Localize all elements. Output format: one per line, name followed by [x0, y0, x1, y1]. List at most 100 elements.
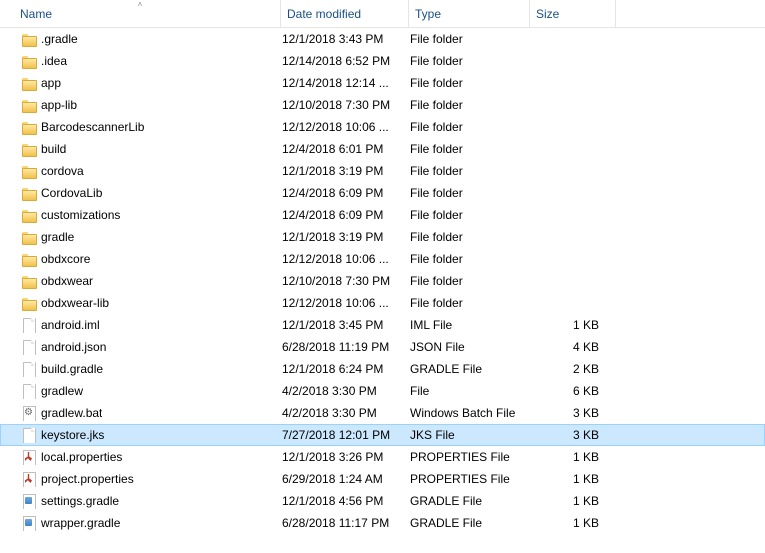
file-row[interactable]: keystore.jks7/27/2018 12:01 PMJKS File3 …	[0, 424, 765, 446]
cell-type: File folder	[410, 230, 531, 244]
cell-type: File	[410, 384, 531, 398]
cell-date: 12/1/2018 3:43 PM	[282, 32, 410, 46]
folder-icon	[21, 119, 37, 135]
column-header-date[interactable]: Date modified	[281, 0, 409, 27]
folder-row[interactable]: BarcodescannerLib12/12/2018 10:06 ...Fil…	[0, 116, 765, 138]
prop-icon	[21, 471, 37, 487]
cell-name: settings.gradle	[3, 493, 282, 509]
cell-name: .idea	[3, 53, 282, 69]
conf-icon	[21, 493, 37, 509]
folder-row[interactable]: customizations 12/4/2018 6:09 PMFile fold…	[0, 204, 765, 226]
cell-size: 1 KB	[531, 494, 617, 508]
folder-row[interactable]: .idea12/14/2018 6:52 PMFile folder	[0, 50, 765, 72]
cell-name: app	[3, 75, 282, 91]
folder-row[interactable]: .gradle 12/1/2018 3:43 PMFile folder	[0, 28, 765, 50]
folder-row[interactable]: cordova12/1/2018 3:19 PMFile folder	[0, 160, 765, 182]
cell-date: 4/2/2018 3:30 PM	[282, 384, 410, 398]
file-row[interactable]: wrapper.gradle6/28/2018 11:17 PMGRADLE F…	[0, 512, 765, 534]
cell-name: android.iml	[3, 317, 282, 333]
column-header-name[interactable]: Name ˄	[0, 0, 281, 27]
file-row[interactable]: build.gradle12/1/2018 6:24 PMGRADLE File…	[0, 358, 765, 380]
cell-name: obdxcore	[3, 251, 282, 267]
cell-date: 12/10/2018 7:30 PM	[282, 274, 410, 288]
cell-date: 12/1/2018 3:45 PM	[282, 318, 410, 332]
cell-type: JSON File	[410, 340, 531, 354]
file-row[interactable]: android.json6/28/2018 11:19 PMJSON File4…	[0, 336, 765, 358]
cell-name: gradle	[3, 229, 282, 245]
cell-date: 12/14/2018 12:14 ...	[282, 76, 410, 90]
folder-row[interactable]: CordovaLib12/4/2018 6:09 PMFile folder	[0, 182, 765, 204]
folder-row[interactable]: obdxcore 12/12/2018 10:06 ...File folder	[0, 248, 765, 270]
cell-type: File folder	[410, 208, 531, 222]
folder-icon	[21, 163, 37, 179]
cell-date: 12/1/2018 6:24 PM	[282, 362, 410, 376]
cell-size: 3 KB	[531, 428, 617, 442]
folder-row[interactable]: gradle 12/1/2018 3:19 PMFile folder	[0, 226, 765, 248]
file-name-label: settings.gradle	[41, 494, 119, 508]
cell-name: obdxwear	[3, 273, 282, 289]
conf-icon	[21, 515, 37, 531]
column-header-row: Name ˄ Date modified Type Size	[0, 0, 765, 28]
column-header-size-label: Size	[536, 7, 559, 21]
file-name-label: customizations	[41, 208, 120, 222]
folder-row[interactable]: app12/14/2018 12:14 ...File folder	[0, 72, 765, 94]
cell-type: File folder	[410, 252, 531, 266]
column-header-size[interactable]: Size	[530, 0, 616, 27]
file-icon	[21, 383, 37, 399]
file-name-label: obdxcore	[41, 252, 90, 266]
folder-icon	[21, 31, 37, 47]
cell-date: 12/4/2018 6:09 PM	[282, 208, 410, 222]
cell-date: 12/4/2018 6:01 PM	[282, 142, 410, 156]
cell-name: local.properties	[3, 449, 282, 465]
cell-name: app-lib	[3, 97, 282, 113]
column-header-type-label: Type	[415, 7, 441, 21]
cell-name: .gradle	[3, 31, 282, 47]
column-header-type[interactable]: Type	[409, 0, 530, 27]
file-row[interactable]: local.properties12/1/2018 3:26 PMPROPERT…	[0, 446, 765, 468]
cell-date: 12/4/2018 6:09 PM	[282, 186, 410, 200]
cell-name: project.properties	[3, 471, 282, 487]
file-name-label: obdxwear	[41, 274, 93, 288]
cell-type: File folder	[410, 142, 531, 156]
file-name-label: gradlew.bat	[41, 406, 102, 420]
folder-icon	[21, 229, 37, 245]
cell-size: 1 KB	[531, 318, 617, 332]
folder-row[interactable]: obdxwear-lib12/12/2018 10:06 ...File fol…	[0, 292, 765, 314]
folder-icon	[21, 185, 37, 201]
cell-type: Windows Batch File	[410, 406, 531, 420]
file-list: .gradle12/1/2018 3:43 PMFile folder.idea…	[0, 28, 765, 534]
folder-row[interactable]: app-lib12/10/2018 7:30 PMFile folder	[0, 94, 765, 116]
sort-indicator-icon: ˄	[138, 0, 143, 9]
cell-type: File folder	[410, 54, 531, 68]
cell-name: android.json	[3, 339, 282, 355]
cell-date: 12/12/2018 10:06 ...	[282, 252, 410, 266]
file-row[interactable]: android.iml12/1/2018 3:45 PMIML File1 KB	[0, 314, 765, 336]
folder-row[interactable]: obdxwear12/10/2018 7:30 PMFile folder	[0, 270, 765, 292]
folder-icon	[21, 273, 37, 289]
column-header-name-label: Name	[20, 7, 52, 21]
cell-size: 1 KB	[531, 516, 617, 530]
cell-date: 12/1/2018 3:19 PM	[282, 230, 410, 244]
file-name-label: cordova	[41, 164, 84, 178]
file-icon	[21, 339, 37, 355]
column-header-spacer[interactable]	[616, 0, 765, 27]
folder-icon	[21, 97, 37, 113]
file-row[interactable]: gradlew.bat4/2/2018 3:30 PMWindows Batch…	[0, 402, 765, 424]
file-name-label: build	[41, 142, 66, 156]
file-name-label: gradlew	[41, 384, 83, 398]
file-name-label: .gradle	[41, 32, 78, 46]
cell-type: File folder	[410, 32, 531, 46]
folder-icon	[21, 53, 37, 69]
file-name-label: gradle	[41, 230, 74, 244]
file-row[interactable]: gradlew4/2/2018 3:30 PMFile6 KB	[0, 380, 765, 402]
cell-date: 7/27/2018 12:01 PM	[282, 428, 410, 442]
cell-size: 1 KB	[531, 450, 617, 464]
file-row[interactable]: settings.gradle12/1/2018 4:56 PMGRADLE F…	[0, 490, 765, 512]
file-name-label: local.properties	[41, 450, 122, 464]
cell-size: 1 KB	[531, 472, 617, 486]
file-name-label: app-lib	[41, 98, 77, 112]
file-row[interactable]: project.properties6/29/2018 1:24 AMPROPE…	[0, 468, 765, 490]
cell-name: cordova	[3, 163, 282, 179]
folder-row[interactable]: build 12/4/2018 6:01 PMFile folder	[0, 138, 765, 160]
cell-name: build	[3, 141, 282, 157]
